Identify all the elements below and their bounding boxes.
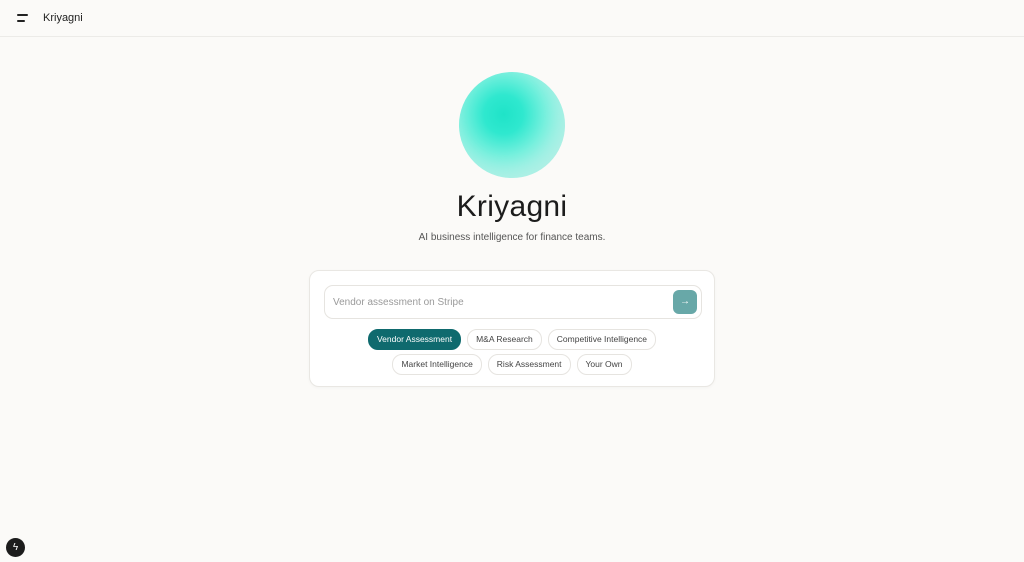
chip-market-intelligence[interactable]: Market Intelligence — [392, 354, 482, 375]
search-input[interactable] — [325, 286, 665, 318]
chip-ma-research[interactable]: M&A Research — [467, 329, 542, 350]
chip-competitive-intelligence[interactable]: Competitive Intelligence — [547, 329, 657, 350]
page-title: Kriyagni — [456, 190, 568, 223]
chip-row: Market Intelligence Risk Assessment Your… — [310, 354, 714, 375]
page-subtitle: AI business intelligence for finance tea… — [418, 232, 606, 243]
orb-logo — [459, 72, 565, 178]
menu-icon-line — [17, 14, 28, 16]
chip-vendor-assessment[interactable]: Vendor Assessment — [367, 329, 462, 350]
chip-your-own[interactable]: Your Own — [576, 354, 632, 375]
top-bar: Kriyagni — [0, 0, 1024, 37]
search-box: → — [324, 285, 702, 319]
bolt-glyph: ϟ — [12, 542, 19, 553]
app-title: Kriyagni — [43, 12, 83, 24]
bolt-icon[interactable]: ϟ — [6, 538, 25, 557]
arrow-right-icon: → — [680, 296, 690, 307]
menu-icon-line — [17, 20, 25, 22]
menu-icon[interactable] — [14, 10, 32, 26]
chip-risk-assessment[interactable]: Risk Assessment — [487, 354, 571, 375]
query-card: → Vendor Assessment M&A Research Competi… — [309, 270, 715, 387]
chip-row: Vendor Assessment M&A Research Competiti… — [310, 329, 714, 350]
submit-button[interactable]: → — [673, 290, 697, 314]
